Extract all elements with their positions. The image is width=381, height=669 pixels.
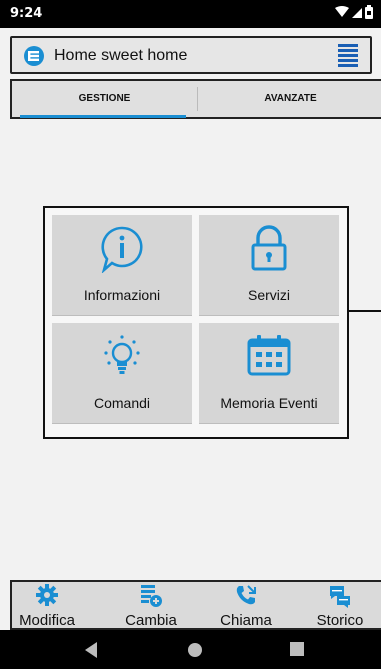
nav-chiama[interactable]: Chiama — [204, 582, 288, 629]
calendar-icon — [247, 335, 291, 376]
gear-icon — [36, 584, 58, 606]
app-title: Home sweet home — [54, 47, 188, 64]
nav-label: Chiama — [220, 612, 272, 629]
tile-label: Comandi — [93, 395, 151, 411]
tab-bar: GESTIONE AVANZATE — [10, 79, 381, 119]
app-bar: Home sweet home — [10, 36, 372, 74]
menu-list-icon[interactable] — [338, 43, 358, 67]
tile-label: Informazioni — [83, 287, 161, 303]
back-icon[interactable] — [85, 642, 99, 658]
recents-icon[interactable] — [290, 642, 304, 656]
system-nav-bar — [0, 630, 381, 669]
phone-icon — [236, 585, 256, 605]
list-switch-icon — [141, 585, 162, 607]
status-time: 9:24 — [10, 6, 43, 21]
active-tab-indicator — [20, 115, 186, 118]
wifi-icon — [335, 6, 349, 17]
tile-label: Servizi — [247, 287, 290, 303]
tile-memoria-eventi[interactable]: Memoria Eventi — [199, 323, 339, 424]
bottom-nav: Modifica Cambia Chiama Storico — [10, 580, 381, 630]
lightbulb-icon — [104, 335, 140, 374]
nav-storico[interactable]: Storico — [302, 582, 378, 629]
info-icon — [101, 226, 143, 273]
nav-label: Cambia — [125, 612, 177, 629]
nav-label: Storico — [316, 612, 364, 629]
lock-icon — [251, 225, 287, 271]
tab-avanzate[interactable]: AVANZATE — [198, 81, 381, 117]
home-icon[interactable] — [187, 642, 203, 658]
tile-comandi[interactable]: Comandi — [52, 323, 192, 424]
nav-label: Modifica — [19, 612, 75, 629]
nav-modifica[interactable]: Modifica — [12, 582, 82, 629]
app-logo-icon — [24, 46, 44, 66]
side-connector-line — [349, 310, 381, 312]
signal-icon — [352, 8, 362, 18]
tile-label: Memoria Eventi — [220, 395, 318, 411]
nav-cambia[interactable]: Cambia — [108, 582, 194, 629]
sms-history-icon — [330, 586, 350, 608]
tile-servizi[interactable]: Servizi — [199, 215, 339, 316]
status-icons — [335, 5, 373, 19]
status-bar: 9:24 — [0, 0, 381, 28]
tile-informazioni[interactable]: Informazioni — [52, 215, 192, 316]
tab-gestione[interactable]: GESTIONE — [12, 81, 197, 117]
battery-icon — [365, 5, 373, 19]
